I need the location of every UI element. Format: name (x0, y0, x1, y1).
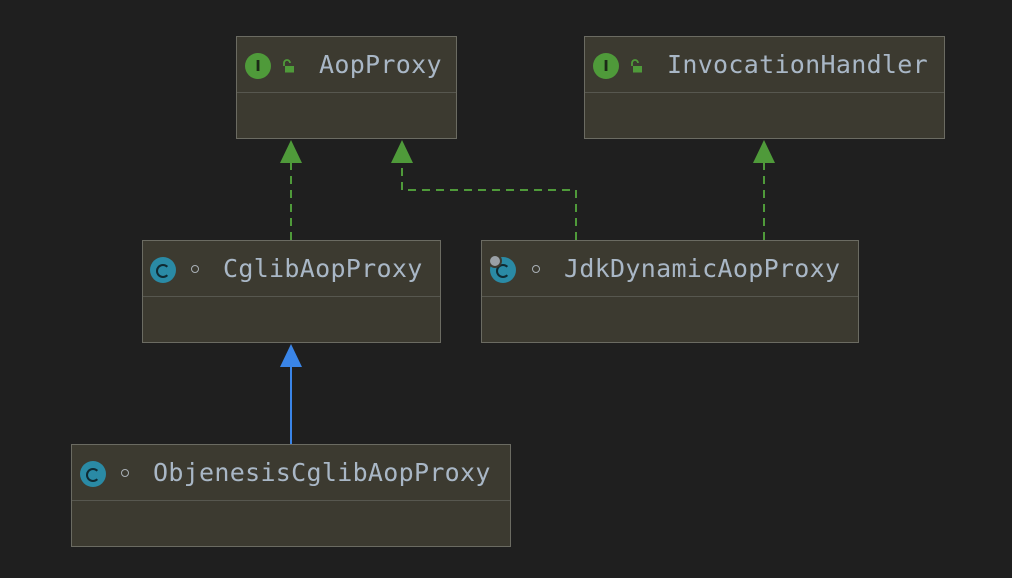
node-objenesis-cglib-aop-proxy[interactable]: ObjenesisCglibAopProxy (71, 444, 511, 547)
node-header: ObjenesisCglibAopProxy (72, 445, 510, 501)
inheritance-arrowhead (280, 344, 302, 367)
realization-arrowhead (391, 140, 413, 163)
node-header: I AopProxy (237, 37, 456, 93)
node-invocation-handler[interactable]: I InvocationHandler (584, 36, 945, 139)
node-header: JdkDynamicAopProxy (482, 241, 858, 297)
node-title: AopProxy (319, 50, 442, 79)
node-title: JdkDynamicAopProxy (564, 254, 841, 283)
package-private-dot-icon (191, 265, 199, 273)
package-private-dot-icon (532, 265, 540, 273)
node-aop-proxy[interactable]: I AopProxy (236, 36, 457, 139)
realization-arrowhead (280, 140, 302, 163)
node-header: I InvocationHandler (585, 37, 944, 93)
realization-arrowhead (753, 140, 775, 163)
edge-cglib-to-aopproxy (280, 140, 302, 240)
edge-jdk-to-aopproxy (391, 140, 577, 240)
open-lock-icon (283, 59, 294, 73)
class-icon (150, 257, 176, 283)
node-header: CglibAopProxy (143, 241, 440, 297)
package-private-dot-icon (121, 469, 129, 477)
edge-objenesis-to-cglib (280, 344, 302, 444)
interface-icon: I (245, 53, 271, 79)
node-title: ObjenesisCglibAopProxy (153, 458, 491, 487)
node-title: CglibAopProxy (223, 254, 423, 283)
class-icon (80, 461, 106, 487)
interface-icon: I (593, 53, 619, 79)
edge-jdk-to-invocationhandler (753, 140, 775, 240)
final-marker-icon (488, 254, 502, 268)
open-lock-icon (631, 59, 642, 73)
node-title: InvocationHandler (667, 50, 928, 79)
node-cglib-aop-proxy[interactable]: CglibAopProxy (142, 240, 441, 343)
node-jdk-dynamic-aop-proxy[interactable]: JdkDynamicAopProxy (481, 240, 859, 343)
